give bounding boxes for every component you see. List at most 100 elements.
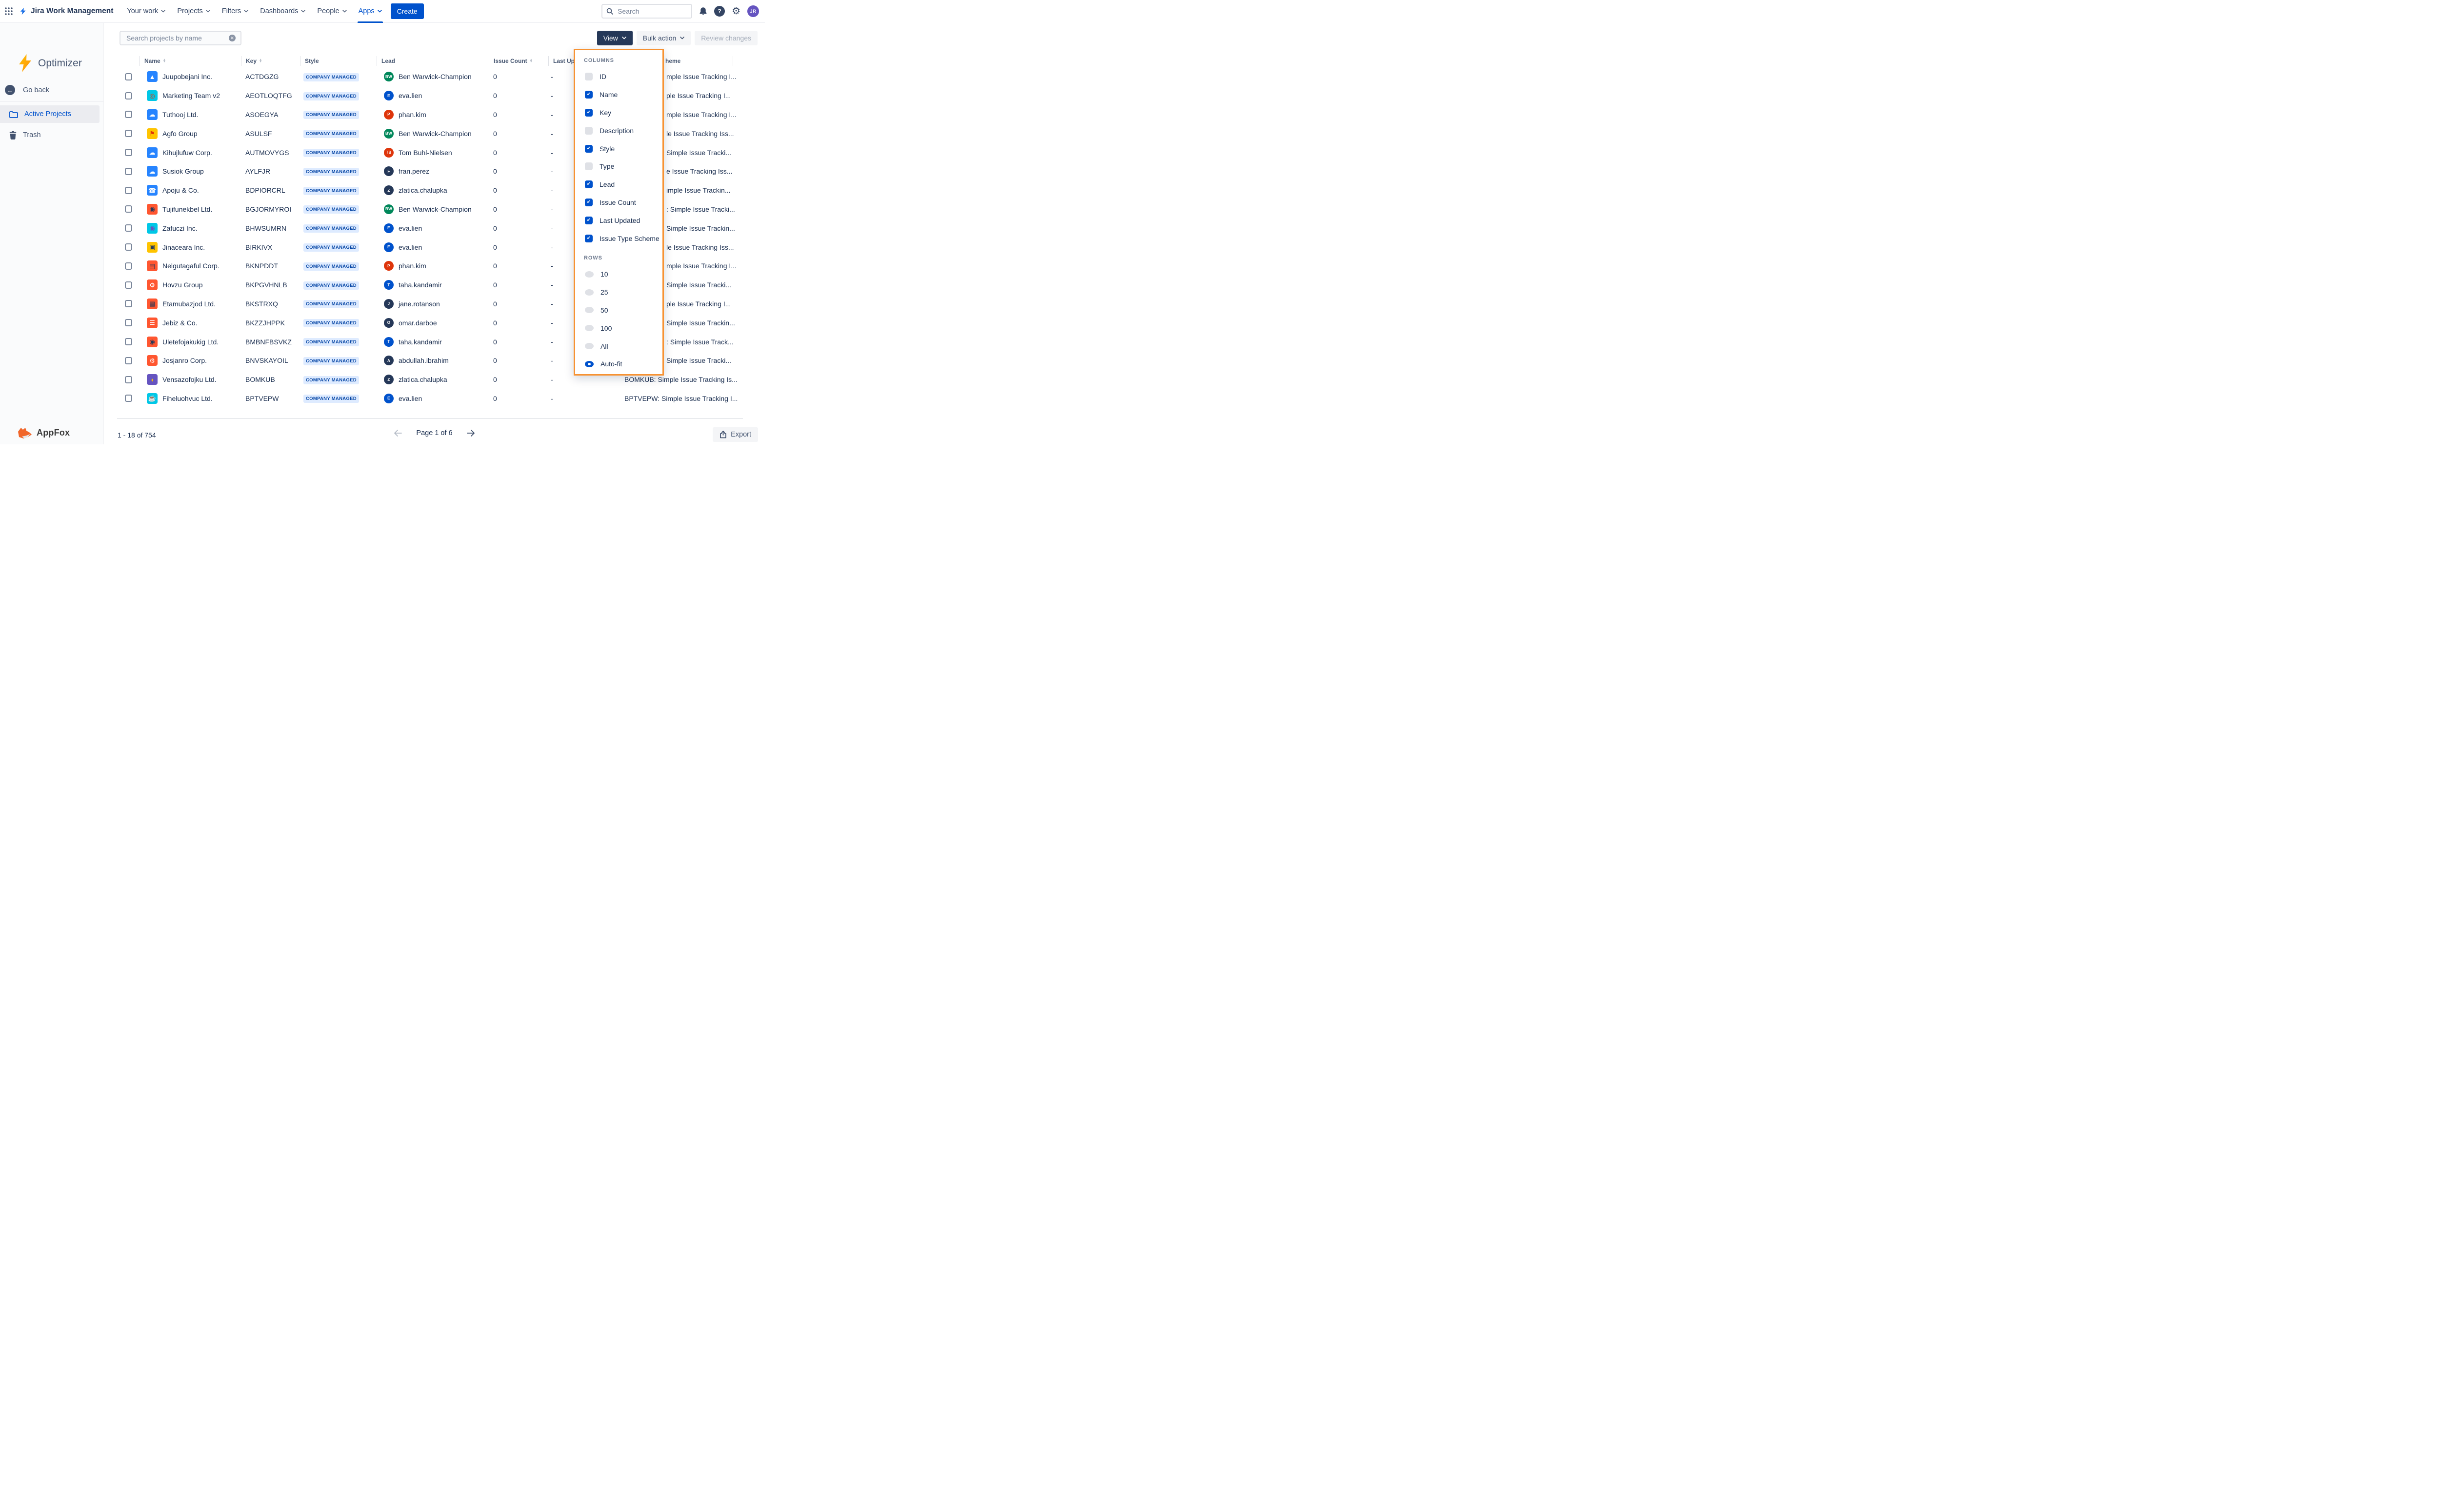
row-option-100[interactable]: 100 (575, 319, 662, 337)
project-filter[interactable]: ✕ (120, 31, 241, 45)
row-checkbox[interactable] (125, 338, 132, 345)
project-wrench-icon: ⚙ (147, 355, 158, 366)
prev-page-button[interactable] (394, 430, 402, 437)
row-checkbox[interactable] (125, 92, 132, 99)
row-checkbox[interactable] (125, 205, 132, 213)
column-toggle-id[interactable]: ID (575, 68, 662, 86)
row-option-10[interactable]: 10 (575, 265, 662, 283)
lead-name: Ben Warwick-Champion (399, 73, 472, 80)
bulk-action-button[interactable]: Bulk action (637, 31, 691, 45)
pagination: Page 1 of 6 (104, 429, 765, 437)
jira-home-link[interactable]: Jira Work Management (19, 7, 113, 16)
nav-item-your-work[interactable]: Your work (121, 0, 171, 23)
nav-item-apps[interactable]: Apps (353, 0, 388, 23)
style-badge: COMPANY MANAGED (303, 357, 359, 365)
column-toggle-last-updated[interactable]: Last Updated (575, 211, 662, 229)
row-checkbox[interactable] (125, 149, 132, 156)
row-option-auto-fit[interactable]: Auto-fit (575, 355, 662, 373)
row-checkbox[interactable] (125, 357, 132, 364)
avatar[interactable]: JR (747, 5, 759, 17)
checkbox-checked-icon (585, 217, 593, 224)
lead-avatar: A (384, 356, 394, 365)
row-checkbox[interactable] (125, 243, 132, 251)
radio-unselected-icon (585, 307, 594, 313)
row-checkbox[interactable] (125, 187, 132, 194)
footer-divider (117, 418, 743, 419)
project-key: BPTVEPW (241, 395, 300, 402)
project-mountain-icon: ▲ (147, 71, 158, 82)
column-header-select (117, 56, 139, 66)
export-button[interactable]: Export (713, 427, 758, 442)
issue-count: 0 (489, 395, 548, 402)
nav-item-filters[interactable]: Filters (216, 0, 254, 23)
checkbox-unchecked-icon (585, 73, 593, 80)
issue-count: 0 (489, 319, 548, 327)
row-option-25[interactable]: 25 (575, 283, 662, 301)
sidebar: Optimizer ← Go back Active Projects Tras… (0, 23, 104, 444)
columns-list: ID Name Key Description Style Type Lead … (575, 68, 662, 247)
nav-item-projects[interactable]: Projects (171, 0, 216, 23)
sidebar-item-trash[interactable]: Trash (0, 126, 100, 144)
row-checkbox[interactable] (125, 395, 132, 402)
notifications-icon[interactable] (699, 7, 707, 16)
lead-avatar: BW (384, 72, 394, 81)
column-toggle-key[interactable]: Key (575, 104, 662, 122)
row-checkbox[interactable] (125, 224, 132, 232)
row-option-50[interactable]: 50 (575, 301, 662, 319)
column-toggle-type[interactable]: Type (575, 158, 662, 176)
app-switcher-icon[interactable] (5, 7, 13, 15)
project-parrot-icon: ◖ (147, 374, 158, 385)
column-toggle-description[interactable]: Description (575, 121, 662, 139)
checkbox-checked-icon (585, 145, 593, 153)
project-key: BKSTRXQ (241, 300, 300, 308)
project-key: BIRKIVX (241, 243, 300, 251)
nav-item-dashboards[interactable]: Dashboards (254, 0, 311, 23)
lead-name: abdullah.ibrahim (399, 357, 449, 364)
row-checkbox[interactable] (125, 73, 132, 80)
row-checkbox[interactable] (125, 168, 132, 175)
appfox-brand: AppFox (18, 427, 70, 438)
go-back-button[interactable]: ← Go back (5, 85, 49, 95)
table-row[interactable]: ☕ Fiheluohvuc Ltd. BPTVEPW COMPANY MANAG… (117, 389, 743, 408)
project-key: BDPIORCRL (241, 186, 300, 194)
project-vinyl-record-icon: ◉ (147, 337, 158, 347)
row-checkbox[interactable] (125, 111, 132, 118)
row-checkbox[interactable] (125, 319, 132, 326)
row-checkbox[interactable] (125, 300, 132, 307)
review-changes-button[interactable]: Review changes (695, 31, 758, 45)
next-page-button[interactable] (466, 430, 475, 437)
clear-icon[interactable]: ✕ (229, 35, 236, 41)
nav-item-people[interactable]: People (311, 0, 352, 23)
view-button[interactable]: View (597, 31, 633, 45)
column-header-key[interactable]: Key▲▼ (241, 56, 300, 66)
row-option-all[interactable]: All (575, 337, 662, 355)
global-search[interactable] (601, 4, 692, 19)
row-checkbox[interactable] (125, 130, 132, 137)
sidebar-item-active-projects[interactable]: Active Projects (0, 105, 100, 123)
column-header-name[interactable]: Name▲▼ (139, 56, 241, 66)
column-toggle-issue-type-scheme[interactable]: Issue Type Scheme (575, 229, 662, 247)
row-checkbox[interactable] (125, 262, 132, 270)
column-toggle-lead[interactable]: Lead (575, 176, 662, 194)
column-toggle-style[interactable]: Style (575, 139, 662, 158)
column-toggle-name[interactable]: Name (575, 86, 662, 104)
lead-avatar: F (384, 166, 394, 176)
lead-name: Ben Warwick-Champion (399, 130, 472, 138)
project-key: BGJORMYROI (241, 205, 300, 213)
lead-name: omar.darboe (399, 319, 437, 327)
column-header-issue-count[interactable]: Issue Count▲▼ (489, 56, 548, 66)
project-key: BKNPDDT (241, 262, 300, 270)
lead-avatar: E (384, 223, 394, 233)
chevron-down-icon (301, 10, 305, 13)
lead-avatar: Z (384, 375, 394, 384)
help-icon[interactable]: ? (714, 6, 725, 17)
column-toggle-issue-count[interactable]: Issue Count (575, 194, 662, 212)
row-checkbox[interactable] (125, 376, 132, 383)
project-name: Jinaceara Inc. (162, 243, 205, 251)
project-filter-input[interactable] (125, 34, 225, 42)
row-checkbox[interactable] (125, 281, 132, 289)
style-badge: COMPANY MANAGED (303, 300, 359, 308)
settings-icon[interactable]: ⚙ (732, 6, 740, 16)
global-search-input[interactable] (617, 7, 687, 16)
create-button[interactable]: Create (391, 3, 424, 19)
